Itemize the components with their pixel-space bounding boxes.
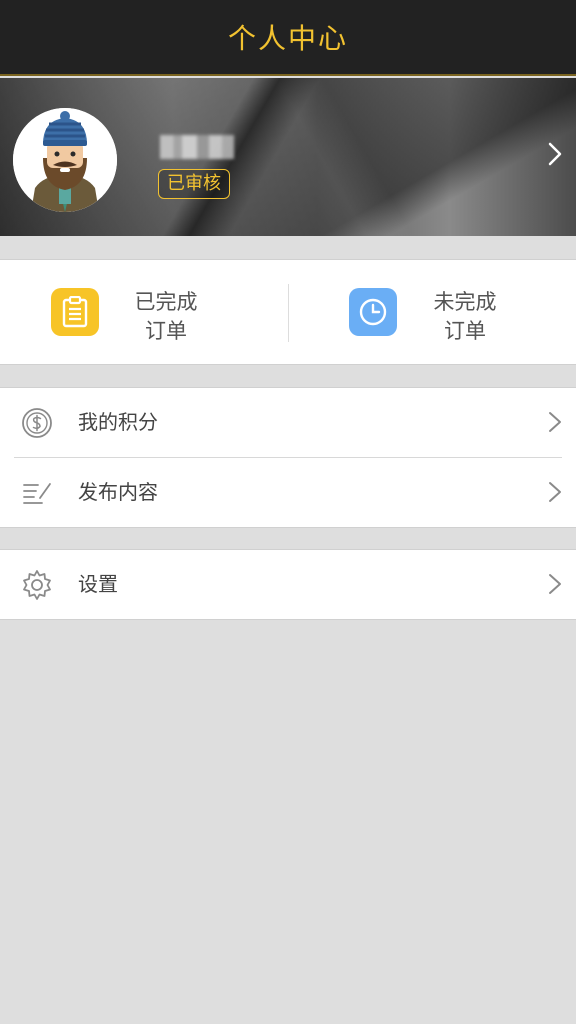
orders-panel: 已完成 订单 未完成 订单 (0, 259, 576, 365)
pending-orders-sublabel: 订单 (444, 319, 486, 343)
menu-item-settings[interactable]: 设置 (0, 550, 576, 619)
completed-orders-sublabel: 订单 (145, 319, 187, 343)
menu-item-publish[interactable]: 发布内容 (0, 458, 576, 527)
chevron-right-icon[interactable] (548, 142, 562, 170)
username-blurred (160, 135, 234, 159)
profile-banner[interactable]: 已审核 (0, 78, 576, 236)
chevron-right-icon (548, 411, 562, 437)
completed-orders-button[interactable]: 已完成 订单 (0, 260, 288, 366)
chevron-right-icon (548, 573, 562, 599)
page-title: 个人中心 (227, 22, 348, 55)
menu-group-1: 我的积分 发布内容 (0, 387, 576, 528)
completed-orders-label: 已完成 (134, 290, 198, 314)
menu-label-publish: 发布内容 (78, 480, 158, 504)
menu-item-points[interactable]: 我的积分 (0, 388, 576, 457)
menu-label-points: 我的积分 (78, 410, 158, 434)
top-bar: 个人中心 (0, 0, 576, 76)
pending-orders-label: 未完成 (433, 290, 497, 314)
coin-icon (20, 406, 54, 440)
clipboard-icon (51, 288, 99, 336)
avatar[interactable] (13, 108, 117, 212)
edit-list-icon (20, 476, 54, 510)
menu-group-2: 设置 (0, 549, 576, 620)
status-badge: 已审核 (158, 169, 230, 199)
chevron-right-icon (548, 481, 562, 507)
clock-icon (349, 288, 397, 336)
menu-label-settings: 设置 (78, 572, 118, 596)
gear-icon (20, 568, 54, 602)
pending-orders-button[interactable]: 未完成 订单 (288, 260, 576, 366)
